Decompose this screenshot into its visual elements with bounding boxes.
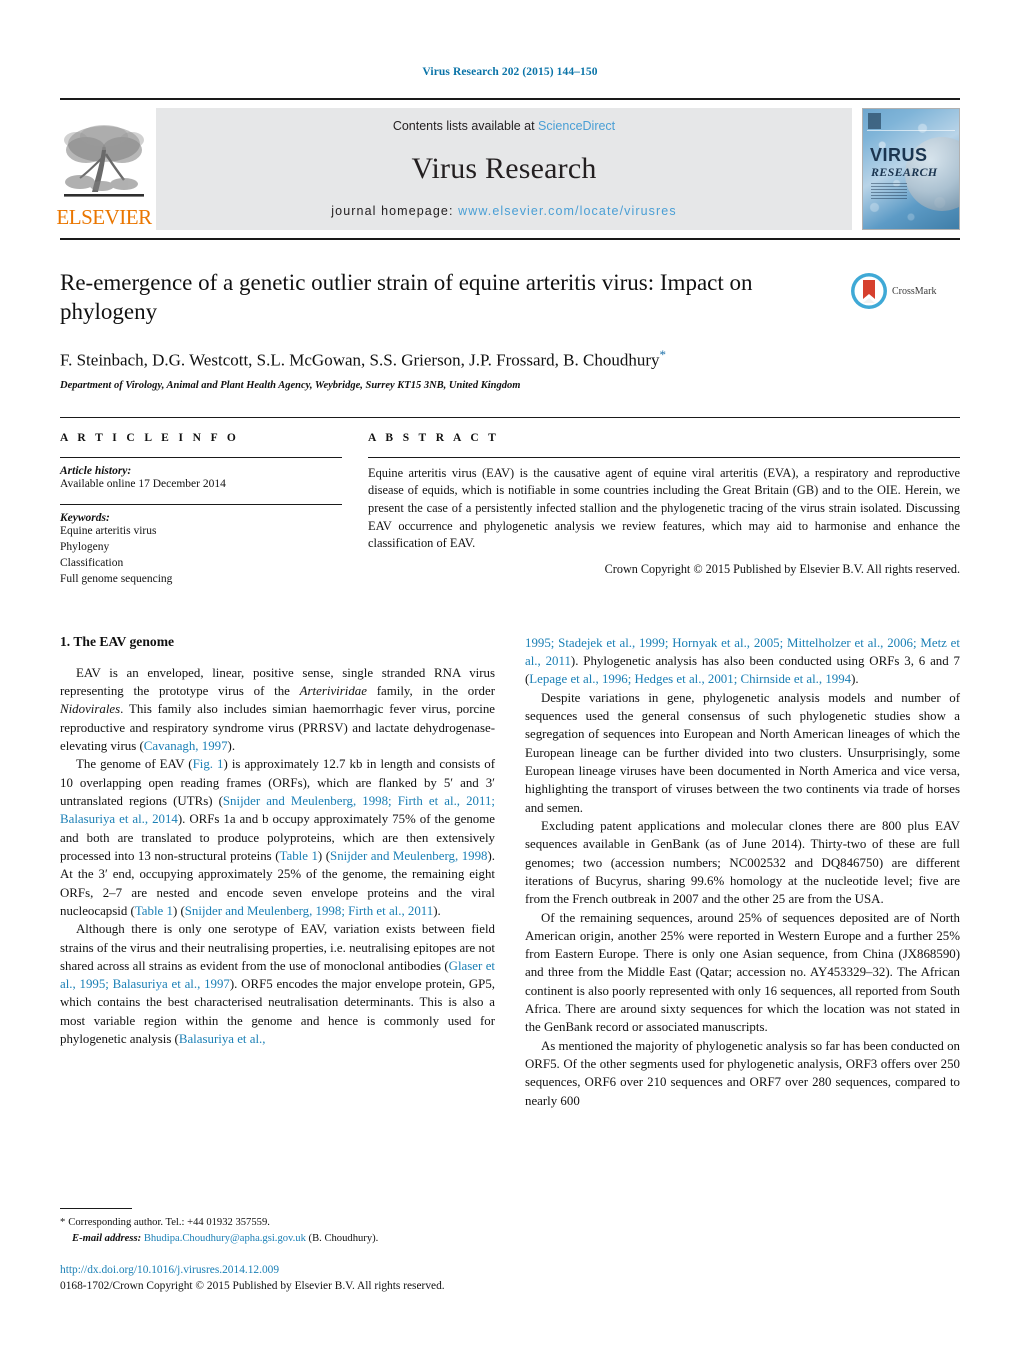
contents-list-line: Contents lists available at ScienceDirec… — [393, 119, 615, 133]
article-history-value: Available online 17 December 2014 — [60, 477, 226, 490]
masthead-center-panel: Contents lists available at ScienceDirec… — [156, 108, 852, 230]
footnote-rule — [60, 1208, 132, 1210]
author-list: F. Steinbach, D.G. Westcott, S.L. McGowa… — [60, 347, 850, 371]
abstract-rule-top — [368, 456, 960, 458]
paragraph: 1995; Stadejek et al., 1999; Hornyak et … — [525, 635, 960, 687]
cover-title: VIRUS — [870, 145, 928, 165]
email-label: E-mail address: — [72, 1232, 142, 1244]
article-history-label: Article history: — [60, 464, 132, 477]
title-main: Re-emergence of a genetic outlier strain… — [60, 268, 850, 391]
journal-masthead: ELSEVIER Contents lists available at Sci… — [56, 98, 960, 230]
paragraph: Despite variations in gene, phylogenetic… — [525, 690, 960, 815]
corresponding-author-note: * Corresponding author. Tel.: +44 01932 3… — [60, 1215, 505, 1230]
body-column-left: 1. The EAV genome EAV is an enveloped, l… — [60, 634, 495, 1110]
article-info-column: A R T I C L E I N F O Article history: A… — [60, 432, 360, 588]
keyword-item: Equine arteritis virus — [60, 525, 157, 538]
journal-homepage-link[interactable]: www.elsevier.com/locate/virusres — [458, 204, 677, 218]
contents-prefix: Contents lists available at — [392, 119, 539, 133]
author-names: F. Steinbach, D.G. Westcott, S.L. McGowa… — [60, 350, 660, 370]
sciencedirect-link[interactable]: ScienceDirect — [538, 119, 615, 133]
paragraph: The genome of EAV (Fig. 1) is approximat… — [60, 757, 496, 918]
doi-block: http://dx.doi.org/10.1016/j.virusres.201… — [60, 1263, 505, 1295]
corresponding-author-marker: * — [659, 346, 667, 362]
paragraph: Although there is only one serotype of E… — [60, 922, 496, 1047]
masthead-bottom-rule — [60, 238, 960, 240]
corresponding-author-text: Corresponding author. Tel.: +44 01932 35… — [68, 1217, 270, 1229]
body-columns: 1. The EAV genome EAV is an enveloped, l… — [60, 634, 960, 1110]
email-note: E-mail address: Bhudipa.Choudhury@apha.g… — [60, 1231, 505, 1246]
abstract-text: Equine arteritis virus (EAV) is the caus… — [368, 465, 960, 551]
crossmark-icon — [851, 273, 887, 309]
elsevier-tree-icon — [64, 125, 144, 197]
keyword-item: Classification — [60, 557, 124, 570]
keyword-item: Phylogeny — [60, 541, 110, 554]
cover-elsevier-mark-icon — [868, 113, 881, 129]
issn-copyright-line: 0168-1702/Crown Copyright © 2015 Publish… — [60, 1280, 445, 1293]
abstract-heading: A B S T R A C T — [368, 431, 500, 444]
keyword-item: Full genome sequencing — [60, 572, 173, 585]
footnote-star: * — [60, 1217, 66, 1229]
running-head: Virus Research 202 (2015) 144–150 — [422, 66, 598, 78]
elsevier-logo: ELSEVIER — [56, 108, 152, 230]
author-affiliation: Department of Virology, Animal and Plant… — [60, 379, 521, 391]
doi-link[interactable]: http://dx.doi.org/10.1016/j.virusres.201… — [60, 1263, 505, 1279]
article-info-rule-mid — [60, 504, 342, 506]
paragraph: Of the remaining sequences, around 25% o… — [525, 910, 960, 1035]
paragraph: EAV is an enveloped, linear, positive se… — [60, 665, 495, 754]
crossmark-badge[interactable]: CrossMark — [850, 268, 960, 310]
email-suffix: (B. Choudhury). — [308, 1232, 379, 1244]
journal-homepage-line: journal homepage: www.elsevier.com/locat… — [331, 204, 676, 218]
title-block: Re-emergence of a genetic outlier strain… — [60, 268, 960, 391]
crossmark-label: CrossMark — [892, 285, 937, 297]
info-abstract-region: A R T I C L E I N F O Article history: A… — [60, 416, 960, 588]
abstract-column: A B S T R A C T Equine arteritis virus (… — [360, 432, 960, 588]
journal-cover-thumbnail: VIRUS RESEARCH — [862, 108, 960, 230]
article-info-heading: A R T I C L E I N F O — [60, 431, 240, 444]
abstract-copyright: Crown Copyright © 2015 Published by Else… — [604, 562, 960, 577]
keywords-label: Keywords: — [60, 512, 110, 525]
section-title: 1. The EAV genome — [60, 633, 175, 649]
journal-title: Virus Research — [411, 151, 597, 185]
paragraph: Excluding patent applications and molecu… — [525, 818, 960, 907]
cover-top-rule — [867, 130, 955, 131]
article-info-rule-top — [60, 456, 342, 458]
homepage-prefix: journal homepage: — [331, 204, 459, 218]
cover-placeholder-lines — [871, 183, 907, 201]
cover-subtitle: RESEARCH — [871, 165, 938, 179]
elsevier-wordmark: ELSEVIER — [56, 205, 152, 229]
footnote-area: * Corresponding author. Tel.: +44 01932 3… — [60, 1208, 505, 1295]
journal-article-page: Virus Research 202 (2015) 144–150 ELSEVI… — [0, 0, 1020, 1351]
page-title: Re-emergence of a genetic outlier strain… — [60, 270, 753, 325]
paragraph: As mentioned the majority of phylogeneti… — [525, 1038, 960, 1108]
body-column-right: 1995; Stadejek et al., 1999; Hornyak et … — [525, 634, 960, 1110]
email-address-link[interactable]: Bhudipa.Choudhury@apha.gsi.gov.uk — [144, 1233, 306, 1244]
